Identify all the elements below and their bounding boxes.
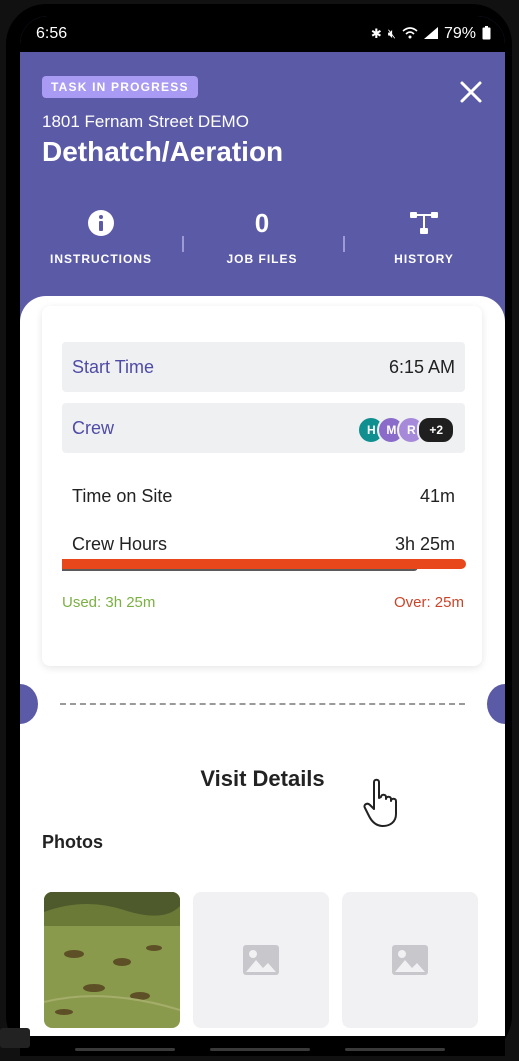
- history-icon: [410, 212, 438, 234]
- crew-hours-value: 3h 25m: [394, 534, 455, 554]
- history-label: HISTORY: [394, 252, 454, 266]
- progress-over-fill: [62, 559, 466, 569]
- dashed-divider: [60, 703, 465, 705]
- battery-icon: [482, 25, 491, 43]
- image-placeholder-icon: [243, 945, 279, 975]
- ticket-notch-right: [487, 684, 505, 724]
- job-files-label: JOB FILES: [226, 252, 298, 266]
- photo-thumbnail[interactable]: [44, 892, 180, 1028]
- photos-label: Photos: [42, 832, 103, 852]
- header-actions: INSTRUCTIONS 0 JOB FILES HISTORY: [20, 206, 505, 276]
- start-time-label: Start Time: [72, 357, 155, 377]
- status-time: 6:56: [36, 25, 68, 42]
- wifi-icon: [402, 26, 418, 42]
- close-icon: [460, 81, 482, 103]
- pointer-hand-icon: [362, 778, 404, 833]
- status-icons: ✱ 🔇︎ 79%: [371, 25, 491, 43]
- action-divider: [343, 236, 345, 252]
- crew-label: Crew: [72, 418, 115, 438]
- time-on-site-label: Time on Site: [72, 486, 173, 506]
- history-button[interactable]: HISTORY: [349, 206, 499, 266]
- nav-indicator: [345, 1048, 445, 1051]
- image-placeholder-icon: [392, 945, 428, 975]
- time-on-site-row: Time on Site 41m: [72, 486, 455, 516]
- signal-icon: [423, 26, 438, 42]
- visit-details-title: Visit Details: [200, 766, 325, 791]
- used-hours-text: Used: 3h 25m: [62, 594, 156, 611]
- job-details-card: Start Time 6:15 AM Crew H M R +2 Time on…: [20, 296, 505, 1046]
- status-bar: 6:56 ✱ 🔇︎ 79%: [20, 16, 505, 52]
- crew-more-badge: +2: [417, 416, 455, 444]
- over-hours-text: Over: 25m: [393, 594, 464, 611]
- job-address: 1801 Fernam Street DEMO: [42, 112, 249, 131]
- bluetooth-icon: ✱: [370, 26, 382, 41]
- job-files-count: 0: [254, 208, 270, 238]
- job-title: Dethatch/Aeration: [42, 136, 284, 167]
- action-divider: [182, 236, 184, 252]
- instructions-button[interactable]: INSTRUCTIONS: [26, 206, 176, 266]
- close-button[interactable]: [457, 78, 485, 106]
- edge-tab: [0, 1028, 30, 1048]
- app-screen: 6:56 ✱ 🔇︎ 79% TASK IN PROGRESS 1801 Fern…: [20, 16, 505, 1046]
- start-time-row[interactable]: Start Time 6:15 AM: [62, 342, 465, 392]
- instructions-label: INSTRUCTIONS: [50, 252, 152, 266]
- battery-percent: 79%: [443, 25, 476, 42]
- crew-hours-progress: [62, 559, 466, 573]
- mute-icon: 🔇︎: [387, 26, 396, 41]
- task-status-badge: TASK IN PROGRESS: [42, 76, 198, 98]
- time-on-site-value: 41m: [419, 486, 455, 506]
- navigation-bar: [20, 1036, 505, 1056]
- crew-avatars: H M R +2: [357, 416, 455, 444]
- photo-placeholder[interactable]: [342, 892, 478, 1028]
- info-icon: [88, 210, 114, 236]
- job-files-button[interactable]: 0 JOB FILES: [187, 206, 337, 266]
- start-time-value: 6:15 AM: [388, 357, 455, 377]
- photo-placeholder[interactable]: [193, 892, 329, 1028]
- nav-indicator: [75, 1048, 175, 1051]
- crew-hours-label: Crew Hours: [72, 534, 168, 554]
- crew-row[interactable]: Crew H M R +2: [62, 403, 465, 453]
- lawn-photo: [44, 892, 180, 1028]
- ticket-notch-left: [20, 684, 38, 724]
- nav-indicator: [210, 1048, 310, 1051]
